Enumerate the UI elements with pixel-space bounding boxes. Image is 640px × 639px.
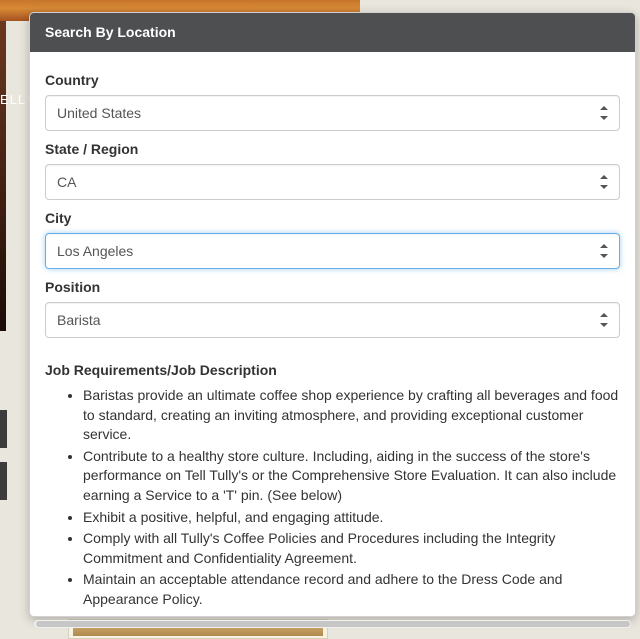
state-label: State / Region — [45, 141, 620, 157]
position-label: Position — [45, 279, 620, 295]
list-item: Exhibit a positive, helpful, and engagin… — [83, 508, 620, 528]
requirements-title: Job Requirements/Job Description — [45, 362, 620, 378]
bg-label-fragment: ELL — [0, 92, 26, 107]
list-item: Comply with all Tully's Coffee Policies … — [83, 529, 620, 568]
requirements-list: Baristas provide an ultimate coffee shop… — [45, 386, 620, 612]
chevron-updown-icon — [600, 106, 610, 120]
chevron-updown-icon — [600, 244, 610, 258]
horizontal-scrollbar[interactable] — [34, 620, 631, 628]
bg-product-image — [0, 21, 6, 331]
country-select[interactable]: United States — [45, 95, 620, 131]
state-select[interactable]: CA — [45, 164, 620, 200]
list-item: Baristas provide an ultimate coffee shop… — [83, 386, 620, 445]
country-label: Country — [45, 72, 620, 88]
search-by-location-panel: Search By Location Country United States… — [29, 12, 636, 617]
country-value: United States — [57, 96, 589, 130]
city-label: City — [45, 210, 620, 226]
position-value: Barista — [57, 303, 589, 337]
list-item: Maintain an acceptable attendance record… — [83, 570, 620, 609]
chevron-updown-icon — [600, 313, 610, 327]
chevron-updown-icon — [600, 175, 610, 189]
bg-button-2 — [0, 462, 7, 500]
bg-button-1 — [0, 410, 7, 448]
panel-body: Country United States State / Region CA … — [30, 52, 635, 612]
list-item: Contribute to a healthy store culture. I… — [83, 447, 620, 506]
city-select[interactable]: Los Angeles — [45, 233, 620, 269]
city-value: Los Angeles — [57, 234, 589, 268]
state-value: CA — [57, 165, 589, 199]
position-select[interactable]: Barista — [45, 302, 620, 338]
panel-title: Search By Location — [30, 13, 635, 52]
